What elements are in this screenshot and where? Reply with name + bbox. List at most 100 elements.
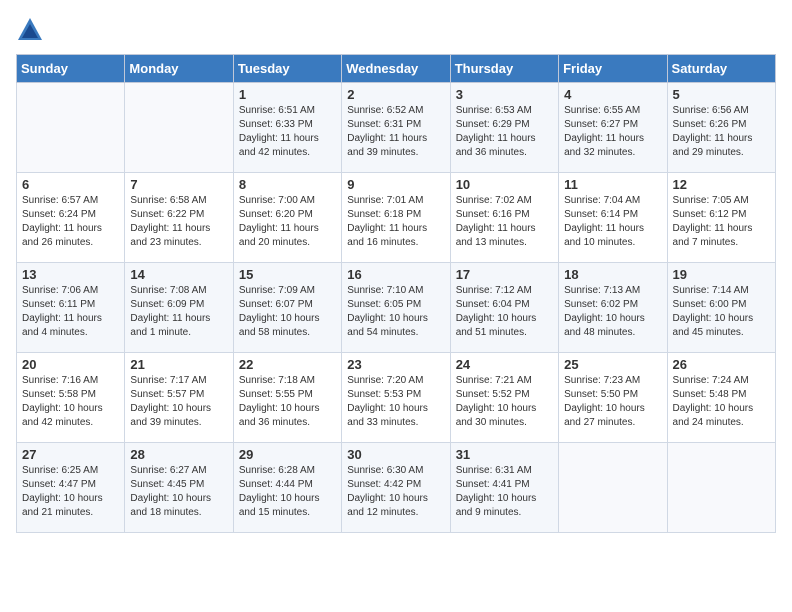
day-info: Sunrise: 7:08 AM Sunset: 6:09 PM Dayligh… xyxy=(130,284,227,340)
calendar-cell: 17 Sunrise: 7:12 AM Sunset: 6:04 PM Dayli… xyxy=(450,263,558,353)
calendar-cell: 3 Sunrise: 6:53 AM Sunset: 6:29 PM Daylig… xyxy=(450,83,558,173)
week-row-2: 6Sunrise: 6:57 AM Sunset: 6:24 PM Daylig… xyxy=(17,173,776,263)
day-info: Sunrise: 7:01 AM Sunset: 6:18 PM Dayligh… xyxy=(347,194,444,250)
calendar-cell: 19 Sunrise: 7:14 AM Sunset: 6:00 PM Dayli… xyxy=(667,263,775,353)
calendar-cell: 16 Sunrise: 7:10 AM Sunset: 6:05 PM Dayli… xyxy=(342,263,450,353)
calendar-cell: 29 Sunrise: 6:28 AM Sunset: 4:44 PM Dayli… xyxy=(233,443,341,533)
day-number: 10 xyxy=(456,177,553,192)
day-number: 27 xyxy=(22,447,119,462)
day-number: 4 xyxy=(564,87,661,102)
week-row-3: 13 Sunrise: 7:06 AM Sunset: 6:11 PM Dayli… xyxy=(17,263,776,353)
calendar-cell: 7Sunrise: 6:58 AM Sunset: 6:22 PM Daylig… xyxy=(125,173,233,263)
day-info: Sunrise: 7:06 AM Sunset: 6:11 PM Dayligh… xyxy=(22,284,119,340)
day-number: 2 xyxy=(347,87,444,102)
day-number: 9 xyxy=(347,177,444,192)
calendar-cell: 31Sunrise: 6:31 AM Sunset: 4:41 PM Dayli… xyxy=(450,443,558,533)
header-day-sunday: Sunday xyxy=(17,55,125,83)
calendar-cell: 11 Sunrise: 7:04 AM Sunset: 6:14 PM Dayli… xyxy=(559,173,667,263)
week-row-5: 27 Sunrise: 6:25 AM Sunset: 4:47 PM Dayli… xyxy=(17,443,776,533)
calendar-cell: 26Sunrise: 7:24 AM Sunset: 5:48 PM Dayli… xyxy=(667,353,775,443)
day-number: 17 xyxy=(456,267,553,282)
header-day-thursday: Thursday xyxy=(450,55,558,83)
day-info: Sunrise: 7:18 AM Sunset: 5:55 PM Dayligh… xyxy=(239,374,336,430)
day-number: 20 xyxy=(22,357,119,372)
calendar-table: SundayMondayTuesdayWednesdayThursdayFrid… xyxy=(16,54,776,533)
day-info: Sunrise: 7:04 AM Sunset: 6:14 PM Dayligh… xyxy=(564,194,661,250)
calendar-cell: 22 Sunrise: 7:18 AM Sunset: 5:55 PM Dayli… xyxy=(233,353,341,443)
day-info: Sunrise: 6:58 AM Sunset: 6:22 PM Dayligh… xyxy=(130,194,227,250)
day-info: Sunrise: 7:24 AM Sunset: 5:48 PM Dayligh… xyxy=(673,374,770,430)
calendar-cell: 25 Sunrise: 7:23 AM Sunset: 5:50 PM Dayli… xyxy=(559,353,667,443)
day-info: Sunrise: 7:00 AM Sunset: 6:20 PM Dayligh… xyxy=(239,194,336,250)
day-number: 14 xyxy=(130,267,227,282)
calendar-cell: 8 Sunrise: 7:00 AM Sunset: 6:20 PM Daylig… xyxy=(233,173,341,263)
calendar-cell: 27 Sunrise: 6:25 AM Sunset: 4:47 PM Dayli… xyxy=(17,443,125,533)
day-number: 31 xyxy=(456,447,553,462)
day-number: 18 xyxy=(564,267,661,282)
day-info: Sunrise: 7:10 AM Sunset: 6:05 PM Dayligh… xyxy=(347,284,444,340)
calendar-cell xyxy=(125,83,233,173)
page-header xyxy=(16,16,776,44)
calendar-cell: 6Sunrise: 6:57 AM Sunset: 6:24 PM Daylig… xyxy=(17,173,125,263)
calendar-cell: 14 Sunrise: 7:08 AM Sunset: 6:09 PM Dayli… xyxy=(125,263,233,353)
day-number: 3 xyxy=(456,87,553,102)
day-number: 15 xyxy=(239,267,336,282)
header-day-monday: Monday xyxy=(125,55,233,83)
day-info: Sunrise: 6:55 AM Sunset: 6:27 PM Dayligh… xyxy=(564,104,661,160)
day-info: Sunrise: 7:02 AM Sunset: 6:16 PM Dayligh… xyxy=(456,194,553,250)
calendar-cell xyxy=(559,443,667,533)
day-info: Sunrise: 6:30 AM Sunset: 4:42 PM Dayligh… xyxy=(347,464,444,520)
calendar-cell: 23 Sunrise: 7:20 AM Sunset: 5:53 PM Dayli… xyxy=(342,353,450,443)
calendar-cell: 13 Sunrise: 7:06 AM Sunset: 6:11 PM Dayli… xyxy=(17,263,125,353)
calendar-cell: 10 Sunrise: 7:02 AM Sunset: 6:16 PM Dayli… xyxy=(450,173,558,263)
calendar-cell xyxy=(667,443,775,533)
day-number: 19 xyxy=(673,267,770,282)
day-number: 21 xyxy=(130,357,227,372)
day-number: 1 xyxy=(239,87,336,102)
header-row: SundayMondayTuesdayWednesdayThursdayFrid… xyxy=(17,55,776,83)
day-number: 11 xyxy=(564,177,661,192)
day-info: Sunrise: 7:09 AM Sunset: 6:07 PM Dayligh… xyxy=(239,284,336,340)
day-info: Sunrise: 7:14 AM Sunset: 6:00 PM Dayligh… xyxy=(673,284,770,340)
calendar-cell: 1Sunrise: 6:51 AM Sunset: 6:33 PM Daylig… xyxy=(233,83,341,173)
day-number: 16 xyxy=(347,267,444,282)
week-row-4: 20Sunrise: 7:16 AM Sunset: 5:58 PM Dayli… xyxy=(17,353,776,443)
day-number: 29 xyxy=(239,447,336,462)
calendar-cell: 20Sunrise: 7:16 AM Sunset: 5:58 PM Dayli… xyxy=(17,353,125,443)
calendar-cell xyxy=(17,83,125,173)
logo-icon xyxy=(16,16,44,44)
day-info: Sunrise: 7:21 AM Sunset: 5:52 PM Dayligh… xyxy=(456,374,553,430)
calendar-cell: 30 Sunrise: 6:30 AM Sunset: 4:42 PM Dayli… xyxy=(342,443,450,533)
day-number: 5 xyxy=(673,87,770,102)
calendar-body: 1Sunrise: 6:51 AM Sunset: 6:33 PM Daylig… xyxy=(17,83,776,533)
day-info: Sunrise: 7:13 AM Sunset: 6:02 PM Dayligh… xyxy=(564,284,661,340)
calendar-cell: 21 Sunrise: 7:17 AM Sunset: 5:57 PM Dayli… xyxy=(125,353,233,443)
day-info: Sunrise: 6:25 AM Sunset: 4:47 PM Dayligh… xyxy=(22,464,119,520)
day-number: 25 xyxy=(564,357,661,372)
logo xyxy=(16,16,46,44)
calendar-cell: 4 Sunrise: 6:55 AM Sunset: 6:27 PM Daylig… xyxy=(559,83,667,173)
day-info: Sunrise: 7:20 AM Sunset: 5:53 PM Dayligh… xyxy=(347,374,444,430)
day-number: 28 xyxy=(130,447,227,462)
day-info: Sunrise: 7:23 AM Sunset: 5:50 PM Dayligh… xyxy=(564,374,661,430)
day-info: Sunrise: 6:28 AM Sunset: 4:44 PM Dayligh… xyxy=(239,464,336,520)
header-day-wednesday: Wednesday xyxy=(342,55,450,83)
day-number: 30 xyxy=(347,447,444,462)
header-day-friday: Friday xyxy=(559,55,667,83)
day-number: 12 xyxy=(673,177,770,192)
calendar-cell: 2 Sunrise: 6:52 AM Sunset: 6:31 PM Daylig… xyxy=(342,83,450,173)
day-number: 13 xyxy=(22,267,119,282)
day-info: Sunrise: 6:52 AM Sunset: 6:31 PM Dayligh… xyxy=(347,104,444,160)
header-day-saturday: Saturday xyxy=(667,55,775,83)
day-number: 22 xyxy=(239,357,336,372)
week-row-1: 1Sunrise: 6:51 AM Sunset: 6:33 PM Daylig… xyxy=(17,83,776,173)
day-number: 6 xyxy=(22,177,119,192)
day-info: Sunrise: 7:17 AM Sunset: 5:57 PM Dayligh… xyxy=(130,374,227,430)
calendar-cell: 24Sunrise: 7:21 AM Sunset: 5:52 PM Dayli… xyxy=(450,353,558,443)
day-info: Sunrise: 6:27 AM Sunset: 4:45 PM Dayligh… xyxy=(130,464,227,520)
day-info: Sunrise: 7:12 AM Sunset: 6:04 PM Dayligh… xyxy=(456,284,553,340)
calendar-cell: 5Sunrise: 6:56 AM Sunset: 6:26 PM Daylig… xyxy=(667,83,775,173)
day-number: 8 xyxy=(239,177,336,192)
day-number: 23 xyxy=(347,357,444,372)
day-info: Sunrise: 6:53 AM Sunset: 6:29 PM Dayligh… xyxy=(456,104,553,160)
